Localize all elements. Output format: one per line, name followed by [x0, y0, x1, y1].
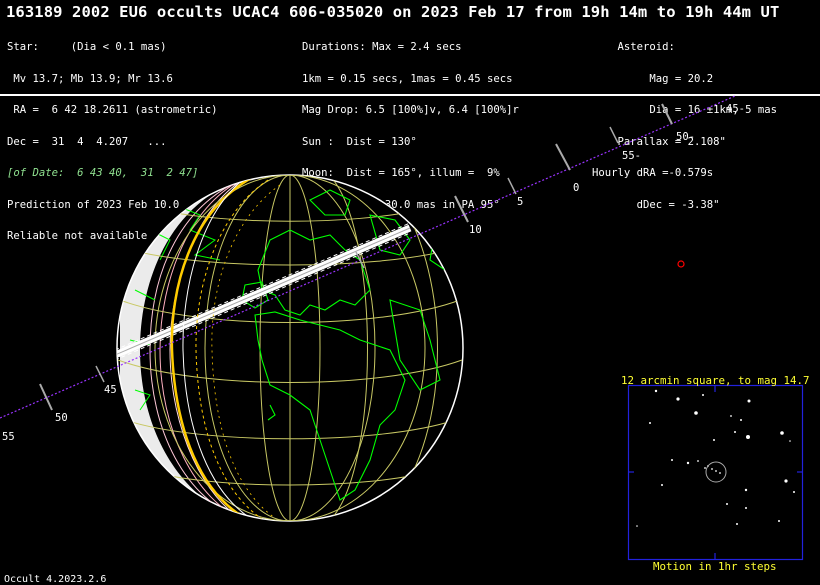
track-label: 55-	[622, 150, 641, 162]
track-tick	[95, 365, 105, 383]
track-tick	[661, 103, 673, 125]
finder-frame	[627, 384, 804, 561]
track-tick	[507, 177, 517, 195]
occultation-diagram: 45- 50- 55- 0 5 10 45 50 55	[0, 95, 804, 561]
earth-globe	[116, 174, 464, 522]
track-label: 55	[2, 431, 15, 443]
track-label: 50-	[676, 131, 695, 143]
track-label: 45-	[726, 103, 745, 115]
finder-chart-title: 12 arcmin square, to mag 14.7	[621, 374, 810, 387]
track-tick	[555, 143, 571, 171]
track-tick	[609, 126, 619, 144]
track-label: 50	[55, 412, 68, 424]
target-marker	[677, 260, 685, 268]
finder-chart	[627, 384, 804, 561]
track-label: 5	[517, 196, 523, 208]
track-tick	[454, 195, 469, 223]
finder-chart-caption: Motion in 1hr steps	[653, 560, 777, 573]
track-tick	[39, 383, 53, 411]
version-footer: Occult 4.2023.2.6	[4, 574, 107, 585]
track-label: 45	[104, 384, 117, 396]
track-label: 0	[573, 182, 579, 194]
track-label: 10	[469, 224, 482, 236]
